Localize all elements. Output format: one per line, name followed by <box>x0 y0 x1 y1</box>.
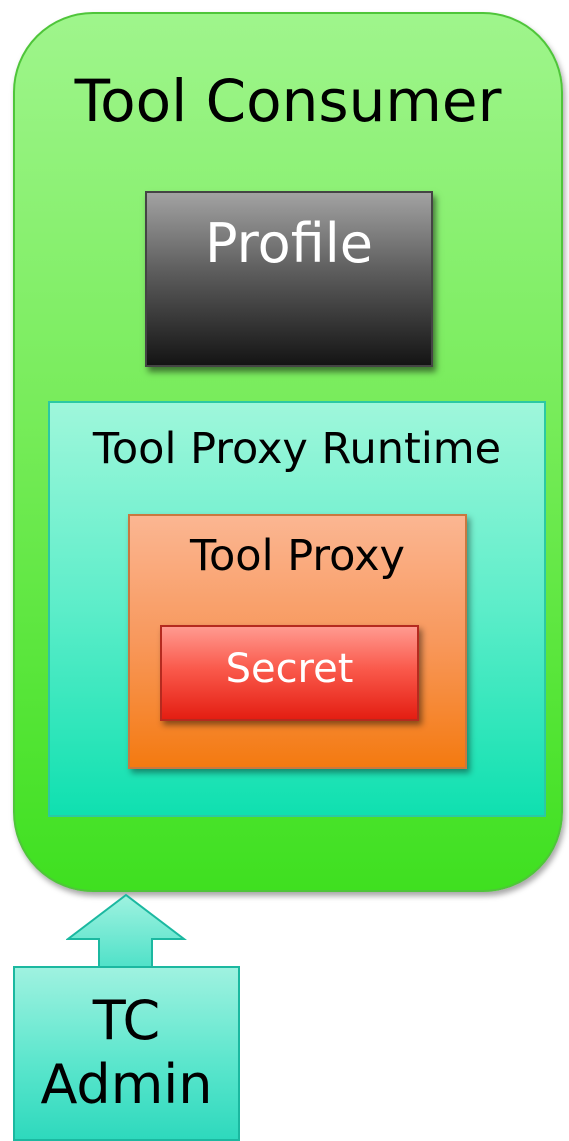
profile-box: Profile <box>145 191 433 367</box>
secret-label: Secret <box>225 646 354 692</box>
secret-box: Secret <box>160 625 419 721</box>
tool-proxy-label: Tool Proxy <box>190 531 405 581</box>
tc-admin-box: TC Admin <box>13 966 240 1141</box>
tc-admin-label-line2: Admin <box>40 1053 213 1116</box>
profile-label: Profile <box>205 212 373 275</box>
tool-proxy-runtime-label: Tool Proxy Runtime <box>92 424 502 474</box>
up-arrow-icon <box>66 893 187 969</box>
tool-proxy-runtime-box: Tool Proxy Runtime Tool Proxy Secret <box>48 401 546 817</box>
up-arrow-shape <box>66 893 187 969</box>
tc-admin-label-line1: TC <box>92 989 161 1052</box>
tool-consumer-title: Tool Consumer <box>74 67 502 135</box>
tool-proxy-box: Tool Proxy Secret <box>128 514 467 769</box>
tool-consumer-box: Tool Consumer Profile Tool Proxy Runtime… <box>13 12 563 892</box>
